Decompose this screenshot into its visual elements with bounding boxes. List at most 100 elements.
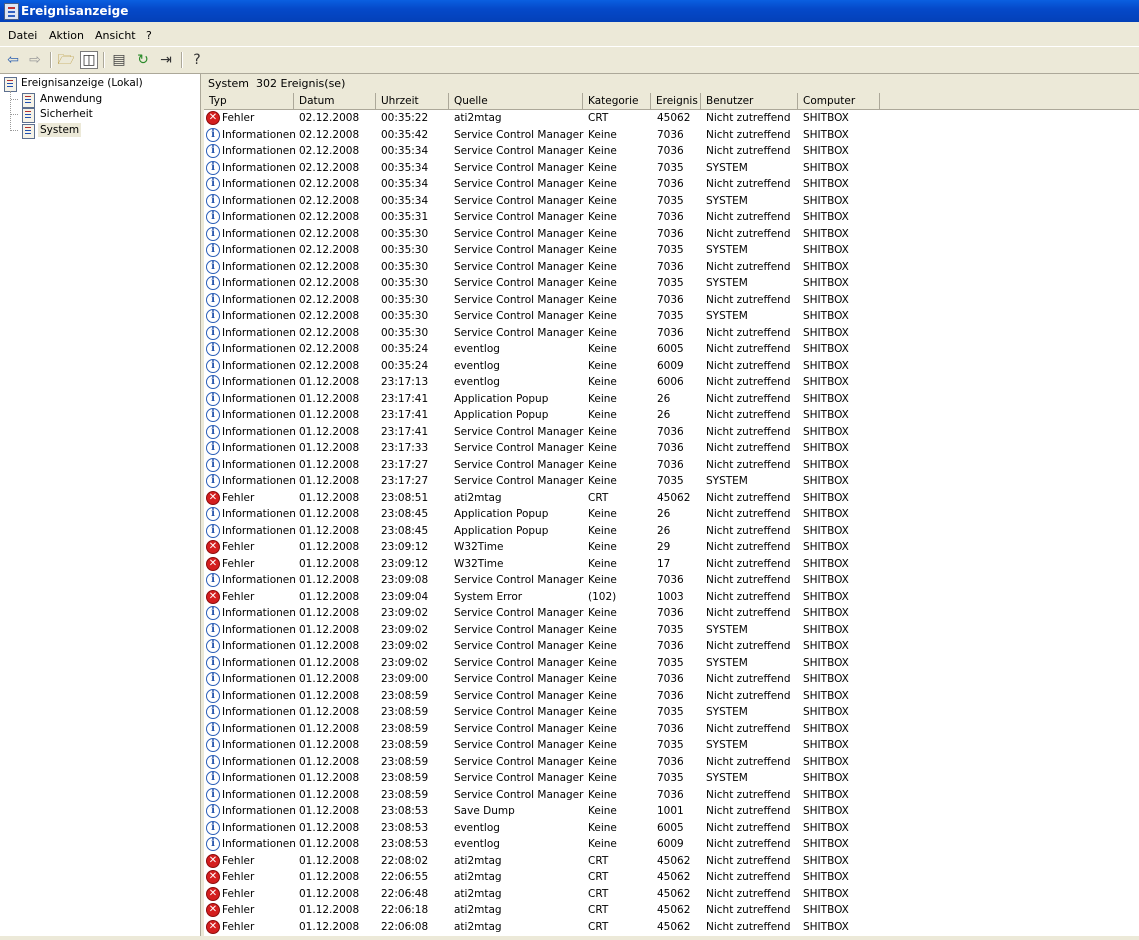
event-source: Service Control Manager — [454, 425, 584, 438]
table-row[interactable]: i Informationen 02.12.2008 00:35:24 eventlog… — [204, 358, 1139, 375]
column-header-uhrzeit[interactable]: Uhrzeit — [376, 93, 449, 109]
menu-aktion[interactable]: Aktion — [49, 29, 84, 42]
table-row[interactable]: i Informationen 01.12.2008 23:08:59 Service … — [204, 737, 1139, 754]
table-row[interactable]: ✕ Fehler 01.12.2008 22:06:48 ati2mtag CRT 4506… — [204, 886, 1139, 903]
menu-datei[interactable]: Datei — [8, 29, 37, 42]
help-icon[interactable]: ? — [188, 51, 206, 69]
table-row[interactable]: i Informationen 02.12.2008 00:35:34 Service … — [204, 160, 1139, 177]
table-row[interactable]: i Informationen 01.12.2008 23:17:27 Service … — [204, 473, 1139, 490]
event-id: 29 — [657, 541, 671, 553]
event-computer: SHITBOX — [803, 409, 849, 421]
table-row[interactable]: i Informationen 02.12.2008 00:35:24 eventlog… — [204, 341, 1139, 358]
event-viewer-app-icon[interactable] — [4, 3, 19, 20]
table-row[interactable]: i Informationen 02.12.2008 00:35:34 Service … — [204, 193, 1139, 210]
table-row[interactable]: i Informationen 01.12.2008 23:09:00 Service … — [204, 671, 1139, 688]
properties-icon[interactable]: ▤ — [110, 51, 128, 69]
table-row[interactable]: i Informationen 02.12.2008 00:35:42 Service … — [204, 127, 1139, 144]
table-row[interactable]: i Informationen 01.12.2008 23:09:02 Service … — [204, 622, 1139, 639]
info-icon: i — [206, 259, 220, 274]
table-row[interactable]: i Informationen 01.12.2008 23:08:59 Service … — [204, 754, 1139, 771]
table-row[interactable]: i Informationen 01.12.2008 23:08:45 Applicat… — [204, 506, 1139, 523]
table-row[interactable]: i Informationen 01.12.2008 23:08:53 eventlog… — [204, 836, 1139, 853]
event-source: Service Control Manager — [454, 293, 584, 306]
table-row[interactable]: ✕ Fehler 01.12.2008 23:09:12 W32Time Keine 17 N… — [204, 556, 1139, 573]
event-user: SYSTEM — [706, 623, 748, 636]
event-computer: SHITBOX — [803, 343, 849, 355]
table-row[interactable]: i Informationen 02.12.2008 00:35:30 Service … — [204, 259, 1139, 276]
event-category: Keine — [588, 755, 617, 768]
column-header-ereignis[interactable]: Ereignis — [651, 93, 701, 109]
info-icon: i — [206, 408, 220, 422]
table-row[interactable]: i Informationen 02.12.2008 00:35:30 Service … — [204, 308, 1139, 325]
refresh-icon[interactable]: ↻ — [134, 51, 152, 69]
column-header-quelle[interactable]: Quelle — [449, 93, 583, 109]
table-row[interactable]: i Informationen 01.12.2008 23:08:53 eventlog… — [204, 820, 1139, 837]
table-row[interactable]: i Informationen 02.12.2008 00:35:30 Service … — [204, 242, 1139, 259]
event-id: 7035 — [657, 194, 684, 207]
title-bar[interactable]: Ereignisanzeige — [0, 0, 1139, 22]
table-row[interactable]: i Informationen 01.12.2008 23:09:02 Service … — [204, 655, 1139, 672]
table-row[interactable]: ✕ Fehler 01.12.2008 22:06:55 ati2mtag CRT 4506… — [204, 869, 1139, 886]
table-row[interactable]: i Informationen 02.12.2008 00:35:30 Service … — [204, 226, 1139, 243]
table-row[interactable]: ✕ Fehler 01.12.2008 23:09:04 System Error (10… — [204, 589, 1139, 606]
table-row[interactable]: i Informationen 02.12.2008 00:35:30 Service … — [204, 325, 1139, 342]
table-row[interactable]: i Informationen 01.12.2008 23:08:59 Service … — [204, 770, 1139, 787]
table-row[interactable]: i Informationen 01.12.2008 23:08:53 Save Dum… — [204, 803, 1139, 820]
menu-help[interactable]: ? — [146, 29, 152, 42]
forward-arrow-icon[interactable]: ⇨ — [26, 51, 44, 69]
event-source: Service Control Manager — [454, 607, 584, 619]
table-row[interactable]: i Informationen 01.12.2008 23:17:27 Service … — [204, 457, 1139, 474]
table-row[interactable]: ✕ Fehler 01.12.2008 22:08:02 ati2mtag CRT 4506… — [204, 853, 1139, 870]
event-category: Keine — [588, 838, 617, 850]
table-row[interactable]: ✕ Fehler 01.12.2008 23:09:12 W32Time Keine 29 N… — [204, 539, 1139, 556]
event-source: eventlog — [454, 343, 500, 355]
event-source: Application Popup — [454, 508, 549, 520]
export-list-icon[interactable]: ⇥ — [157, 51, 175, 69]
table-row[interactable]: i Informationen 01.12.2008 23:17:41 Applicat… — [204, 407, 1139, 424]
info-icon: i — [206, 391, 220, 406]
event-source: eventlog — [454, 376, 500, 388]
table-row[interactable]: i Informationen 02.12.2008 00:35:30 Service … — [204, 292, 1139, 309]
event-user: Nicht zutreffend — [706, 788, 791, 801]
event-user: Nicht zutreffend — [706, 458, 791, 471]
table-row[interactable]: i Informationen 02.12.2008 00:35:34 Service … — [204, 176, 1139, 193]
table-row[interactable]: i Informationen 01.12.2008 23:09:02 Service … — [204, 638, 1139, 655]
column-header-benutzer[interactable]: Benutzer — [701, 93, 798, 109]
table-row[interactable]: i Informationen 02.12.2008 00:35:34 Service … — [204, 143, 1139, 160]
table-row[interactable]: i Informationen 01.12.2008 23:17:33 Service … — [204, 440, 1139, 457]
event-type: Informationen — [222, 805, 296, 817]
column-header-computer[interactable]: Computer — [798, 93, 880, 109]
table-row[interactable]: i Informationen 01.12.2008 23:08:59 Service … — [204, 688, 1139, 705]
event-date: 01.12.2008 — [299, 541, 360, 553]
table-row[interactable]: i Informationen 02.12.2008 00:35:30 Service … — [204, 275, 1139, 292]
table-row[interactable]: i Informationen 01.12.2008 23:08:59 Service … — [204, 721, 1139, 738]
back-arrow-icon[interactable]: ⇦ — [4, 51, 22, 69]
column-header-typ[interactable]: Typ — [204, 93, 294, 109]
table-row[interactable]: i Informationen 01.12.2008 23:17:41 Service … — [204, 424, 1139, 441]
event-category: Keine — [588, 574, 617, 586]
column-header-kategorie[interactable]: Kategorie — [583, 93, 651, 109]
event-user: SYSTEM — [706, 475, 748, 487]
show-hide-tree-icon[interactable]: ◫ — [80, 51, 98, 69]
table-row[interactable]: i Informationen 02.12.2008 00:35:31 Service … — [204, 209, 1139, 226]
table-row[interactable]: ✕ Fehler 02.12.2008 00:35:22 ati2mtag CRT 4506… — [204, 110, 1139, 127]
menu-ansicht[interactable]: Ansicht — [95, 29, 136, 42]
log-icon — [22, 93, 35, 108]
table-row[interactable]: ✕ Fehler 01.12.2008 23:08:51 ati2mtag CRT 4506… — [204, 490, 1139, 507]
event-id: 6006 — [657, 376, 684, 388]
table-row[interactable]: i Informationen 01.12.2008 23:08:45 Applicat… — [204, 523, 1139, 540]
up-folder-icon[interactable]: 🗁 — [57, 51, 75, 69]
table-row[interactable]: i Informationen 01.12.2008 23:09:08 Service … — [204, 572, 1139, 589]
table-row[interactable]: i Informationen 01.12.2008 23:09:02 Service … — [204, 605, 1139, 622]
table-row[interactable]: i Informationen 01.12.2008 23:08:59 Service … — [204, 787, 1139, 804]
table-row[interactable]: i Informationen 01.12.2008 23:17:13 eventlog… — [204, 374, 1139, 391]
column-header-datum[interactable]: Datum — [294, 93, 376, 109]
table-row[interactable]: i Informationen 01.12.2008 23:08:59 Service … — [204, 704, 1139, 721]
event-time: 00:35:22 — [381, 112, 429, 124]
table-row[interactable]: ✕ Fehler 01.12.2008 22:06:08 ati2mtag CRT 4506… — [204, 919, 1139, 936]
table-row[interactable]: ✕ Fehler 01.12.2008 22:06:18 ati2mtag CRT 4506… — [204, 902, 1139, 919]
table-row[interactable]: i Informationen 01.12.2008 23:17:41 Applicat… — [204, 391, 1139, 408]
event-date: 01.12.2008 — [299, 838, 360, 850]
window-title: Ereignisanzeige — [21, 4, 129, 18]
event-category: Keine — [588, 425, 617, 438]
